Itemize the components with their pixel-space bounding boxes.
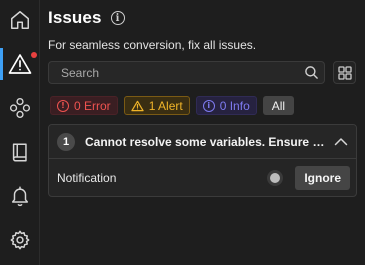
- filter-info-label: 0 Info: [219, 98, 250, 113]
- rail-issues-button[interactable]: [0, 44, 40, 84]
- info-circle-icon: i: [202, 99, 215, 112]
- rail-docs-button[interactable]: [0, 132, 40, 172]
- issue-title: Cannot resolve some variables. Ensure th…: [85, 134, 326, 149]
- page-title: Issues: [48, 8, 102, 27]
- gear-icon: [10, 230, 30, 250]
- chevron-up-icon[interactable]: [334, 137, 348, 146]
- panel-subtitle: For seamless conversion, fix all issues.: [48, 38, 257, 52]
- filter-all-chip[interactable]: All: [262, 96, 295, 115]
- rail-notifications-button[interactable]: [0, 176, 40, 216]
- search-box: [48, 61, 325, 84]
- filter-all-label: All: [271, 98, 286, 113]
- filter-alert-chip[interactable]: 1 Alert: [123, 96, 190, 115]
- rail-settings-button[interactable]: [0, 220, 40, 260]
- filter-alert-label: 1 Alert: [148, 98, 183, 113]
- warning-icon: [8, 54, 32, 74]
- rail-home-button[interactable]: [0, 0, 40, 40]
- notification-dot: [31, 52, 37, 58]
- components-icon: [9, 97, 31, 119]
- rail-components-button[interactable]: [0, 88, 40, 128]
- issues-panel: Issues i For seamless conversion, fix al…: [48, 0, 358, 265]
- search-input[interactable]: [61, 65, 304, 80]
- issue-row-label: Notification: [57, 171, 117, 185]
- issue-card: 1 Cannot resolve some variables. Ensure …: [48, 124, 357, 197]
- error-icon: !: [57, 99, 69, 112]
- ignore-button[interactable]: Ignore: [295, 166, 350, 190]
- issues-app: Issues i For seamless conversion, fix al…: [0, 0, 365, 265]
- filter-chips: ! 0 Error 1 Alert i 0 Info All: [50, 96, 295, 115]
- bell-icon: [11, 186, 29, 207]
- sidebar-rail: [0, 0, 40, 265]
- filter-error-chip[interactable]: ! 0 Error: [50, 96, 118, 115]
- home-icon: [11, 11, 29, 29]
- locate-toggle[interactable]: [267, 170, 284, 186]
- info-icon[interactable]: i: [110, 11, 125, 25]
- filter-info-chip[interactable]: i 0 Info: [195, 96, 257, 115]
- issue-number-badge: 1: [57, 132, 75, 151]
- grid-icon: [337, 65, 352, 80]
- grid-view-button[interactable]: [333, 61, 356, 84]
- search-icon[interactable]: [304, 65, 319, 80]
- alert-icon: [131, 100, 144, 112]
- filter-error-label: 0 Error: [74, 98, 111, 113]
- title-row: Issues i: [48, 8, 125, 28]
- issue-row: Notification Ignore: [49, 159, 356, 196]
- issue-card-header[interactable]: 1 Cannot resolve some variables. Ensure …: [49, 125, 356, 159]
- book-icon: [12, 143, 27, 162]
